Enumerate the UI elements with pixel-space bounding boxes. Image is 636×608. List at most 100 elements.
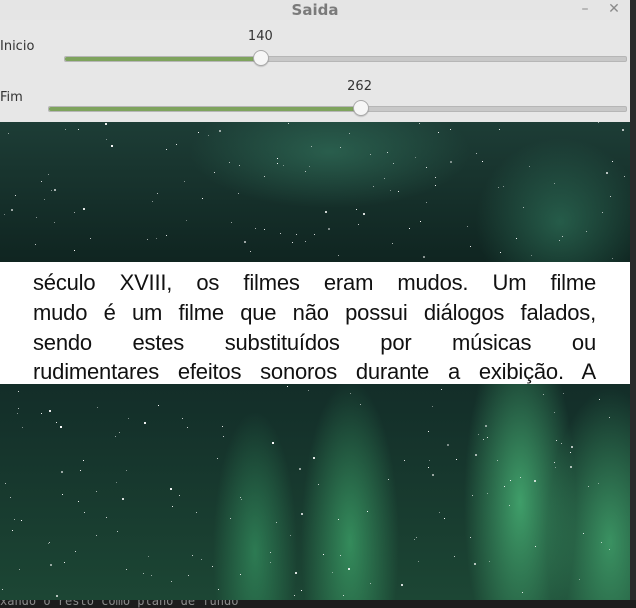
star — [497, 460, 498, 461]
star — [36, 217, 37, 218]
star — [338, 519, 339, 520]
star — [485, 425, 487, 427]
star — [78, 129, 79, 130]
star — [49, 542, 50, 543]
window-edge — [630, 0, 636, 608]
star — [8, 133, 9, 134]
star — [179, 495, 180, 496]
output-window: Saida – ✕ Inicio 140 Fim 262 século XVII… — [0, 0, 630, 600]
star — [478, 434, 479, 435]
star — [147, 239, 148, 240]
star — [122, 498, 124, 500]
star — [309, 166, 310, 167]
star — [117, 531, 118, 532]
star — [606, 172, 608, 174]
star — [244, 241, 246, 243]
star — [276, 522, 277, 523]
star — [222, 426, 223, 427]
star — [472, 495, 473, 496]
end-value: 262 — [347, 79, 372, 94]
star — [2, 589, 3, 590]
star — [21, 520, 22, 521]
star — [398, 191, 399, 192]
star — [270, 562, 271, 563]
star — [555, 467, 556, 468]
star — [97, 407, 98, 408]
star — [4, 214, 5, 215]
star — [456, 459, 457, 460]
star — [314, 234, 315, 235]
star — [325, 211, 327, 213]
star — [201, 559, 202, 560]
terminal-behind: xando o resto como plano de fundo — [0, 600, 636, 608]
star — [223, 436, 224, 437]
star — [499, 129, 500, 130]
star — [41, 413, 42, 414]
end-slider-fill — [49, 107, 361, 111]
star — [622, 129, 624, 131]
star — [426, 167, 427, 168]
star — [305, 241, 306, 242]
star — [48, 543, 49, 544]
star — [270, 552, 271, 553]
text-line: mudo é um filme que não possui diálogos … — [33, 300, 596, 325]
star — [238, 193, 239, 194]
end-slider-thumb[interactable] — [352, 100, 369, 116]
star — [599, 399, 600, 400]
star — [419, 123, 420, 124]
star — [529, 166, 530, 167]
star — [116, 482, 117, 483]
star — [14, 519, 15, 520]
star — [48, 174, 49, 175]
star — [212, 566, 213, 567]
minimize-icon[interactable]: – — [577, 0, 593, 20]
star — [75, 551, 76, 552]
star — [428, 431, 429, 432]
star — [219, 130, 221, 132]
start-slider-thumb[interactable] — [253, 50, 270, 66]
star — [41, 181, 42, 182]
star — [166, 235, 167, 236]
star — [500, 252, 501, 253]
star — [171, 581, 172, 582]
star — [15, 195, 16, 196]
star — [470, 246, 471, 247]
star — [214, 172, 215, 173]
star — [308, 390, 309, 391]
title-bar[interactable]: Saida – ✕ — [0, 0, 630, 20]
close-icon[interactable]: ✕ — [606, 0, 622, 20]
star — [332, 572, 333, 573]
star — [358, 224, 359, 225]
star — [588, 486, 589, 487]
star — [126, 470, 127, 471]
star — [187, 427, 188, 428]
star — [470, 537, 471, 538]
star — [370, 583, 371, 584]
star — [283, 165, 284, 166]
star — [338, 255, 339, 256]
star — [428, 467, 429, 468]
star — [12, 530, 13, 531]
start-slider[interactable] — [64, 50, 627, 66]
star — [348, 568, 350, 570]
star — [295, 572, 297, 574]
star — [186, 220, 187, 221]
star — [612, 161, 613, 162]
star — [111, 145, 113, 147]
trackbar-panel: Inicio 140 Fim 262 — [0, 20, 630, 122]
star — [373, 186, 374, 187]
star — [554, 462, 555, 463]
star — [520, 477, 521, 478]
star — [404, 460, 405, 461]
star — [78, 501, 79, 502]
star — [601, 542, 602, 543]
end-slider[interactable] — [48, 100, 627, 116]
star — [83, 460, 84, 461]
star — [208, 135, 209, 136]
star — [534, 480, 536, 482]
star — [323, 554, 324, 555]
star — [49, 410, 51, 412]
star — [509, 505, 510, 506]
star — [393, 163, 394, 164]
star — [152, 201, 153, 202]
